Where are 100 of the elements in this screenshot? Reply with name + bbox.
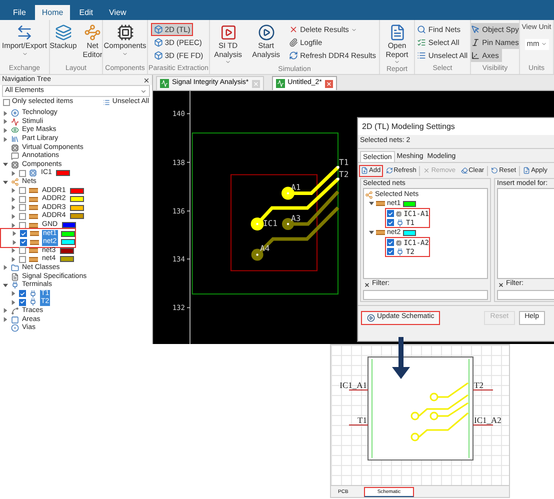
checkbox[interactable] xyxy=(19,204,26,212)
filter-field[interactable] xyxy=(363,290,488,300)
chip-icon xyxy=(29,169,37,178)
pulse-icon xyxy=(160,79,169,88)
checkbox[interactable] xyxy=(19,187,26,194)
play-circle-icon xyxy=(367,314,375,322)
checkbox[interactable] xyxy=(19,290,26,298)
triangle-icon[interactable] xyxy=(11,170,16,176)
italic-icon xyxy=(471,38,480,47)
triangle-icon[interactable] xyxy=(11,205,16,210)
chip-icon xyxy=(396,210,402,218)
menu-tab[interactable]: File xyxy=(6,5,33,20)
checkbox[interactable] xyxy=(19,170,26,177)
plug-icon xyxy=(11,281,19,290)
menu-tab[interactable]: Edit xyxy=(72,5,100,20)
triangle-icon[interactable] xyxy=(11,248,16,254)
triangle-icon[interactable] xyxy=(11,300,16,305)
pin-label: T1 xyxy=(358,415,367,425)
pulse-icon xyxy=(276,79,285,88)
triangle-icon[interactable] xyxy=(3,265,8,270)
triangle-icon[interactable] xyxy=(11,196,16,202)
checkbox[interactable] xyxy=(20,238,27,246)
terminal-label: T2 xyxy=(339,170,349,179)
caret-icon xyxy=(541,41,548,47)
cube-icon xyxy=(154,51,163,60)
document-icon xyxy=(388,24,406,41)
share-icon xyxy=(11,178,19,186)
x-icon[interactable] xyxy=(498,282,504,288)
triangle-icon[interactable] xyxy=(11,222,16,228)
triangle-icon[interactable] xyxy=(3,180,8,185)
checkbox[interactable] xyxy=(19,196,26,203)
net-icon xyxy=(376,201,385,206)
share-icon xyxy=(365,190,373,198)
checkbox[interactable] xyxy=(19,222,26,229)
refresh-icon xyxy=(289,51,298,60)
terminal-label: T1 xyxy=(339,158,349,167)
triangle-icon[interactable] xyxy=(12,240,17,245)
pin-label: IC1_A1 xyxy=(340,380,367,390)
chip-icon xyxy=(396,238,402,246)
refresh-icon xyxy=(386,167,393,174)
chip-icon xyxy=(11,144,19,152)
paperclip-icon xyxy=(289,38,298,47)
down-arrow xyxy=(392,337,410,379)
net-icon xyxy=(376,230,385,235)
pin-line xyxy=(348,424,368,426)
triangle-icon[interactable] xyxy=(3,110,8,116)
x-icon xyxy=(423,167,430,174)
checkbox[interactable] xyxy=(19,298,26,306)
triangle-icon[interactable] xyxy=(369,201,374,206)
triangle-icon[interactable] xyxy=(369,230,374,235)
checkbox[interactable] xyxy=(3,99,10,106)
triangle-icon[interactable] xyxy=(11,256,16,262)
play-circle-icon xyxy=(258,24,275,41)
close-icon[interactable] xyxy=(143,76,150,84)
play-square-icon xyxy=(220,24,237,41)
checkbox[interactable] xyxy=(19,256,26,263)
arrows-icon xyxy=(16,24,33,41)
pointer-icon xyxy=(471,25,480,34)
undo-icon xyxy=(491,167,498,174)
list-icon xyxy=(103,99,110,106)
pad-label: A3 xyxy=(291,214,301,223)
layers-icon xyxy=(54,24,72,41)
triangle-icon[interactable] xyxy=(11,291,16,296)
triangle-icon[interactable] xyxy=(11,214,16,219)
pin-label: T2 xyxy=(474,380,484,390)
pulse-icon xyxy=(11,118,19,126)
checkbox[interactable] xyxy=(19,247,26,254)
checkbox[interactable] xyxy=(20,230,27,238)
checkbox[interactable] xyxy=(387,210,394,217)
checkbox[interactable] xyxy=(387,239,394,246)
component-label: IC1 xyxy=(263,219,278,228)
triangle-icon[interactable] xyxy=(3,128,8,133)
eye-icon xyxy=(11,126,19,134)
triangle-icon[interactable] xyxy=(3,119,8,124)
list-icon xyxy=(417,51,426,60)
pad-label: A1 xyxy=(291,183,301,192)
x-icon[interactable] xyxy=(364,282,370,288)
triangle-icon[interactable] xyxy=(11,188,16,194)
document-icon xyxy=(11,272,19,281)
triangle-icon[interactable] xyxy=(3,282,8,288)
terminal-dot xyxy=(336,178,340,180)
triangle-icon[interactable] xyxy=(12,231,17,236)
checkbox[interactable] xyxy=(19,212,26,220)
plug-icon xyxy=(396,248,404,256)
file-plus-icon xyxy=(361,167,368,174)
curve-icon xyxy=(11,306,19,315)
checkbox[interactable] xyxy=(387,248,394,255)
menu-tab[interactable]: View xyxy=(102,5,134,20)
caret-icon xyxy=(140,88,147,94)
pin-line xyxy=(472,424,494,426)
checkbox[interactable] xyxy=(387,219,394,226)
triangle-icon[interactable] xyxy=(3,308,8,314)
triangle-icon[interactable] xyxy=(3,317,8,322)
x-icon xyxy=(289,25,298,34)
axes-icon xyxy=(471,51,480,60)
menu-tab[interactable]: Home xyxy=(34,5,70,20)
triangle-icon[interactable] xyxy=(3,162,8,168)
pin-label: IC1_A2 xyxy=(474,415,502,425)
plus-circle-icon xyxy=(11,109,19,118)
triangle-icon[interactable] xyxy=(3,136,8,142)
